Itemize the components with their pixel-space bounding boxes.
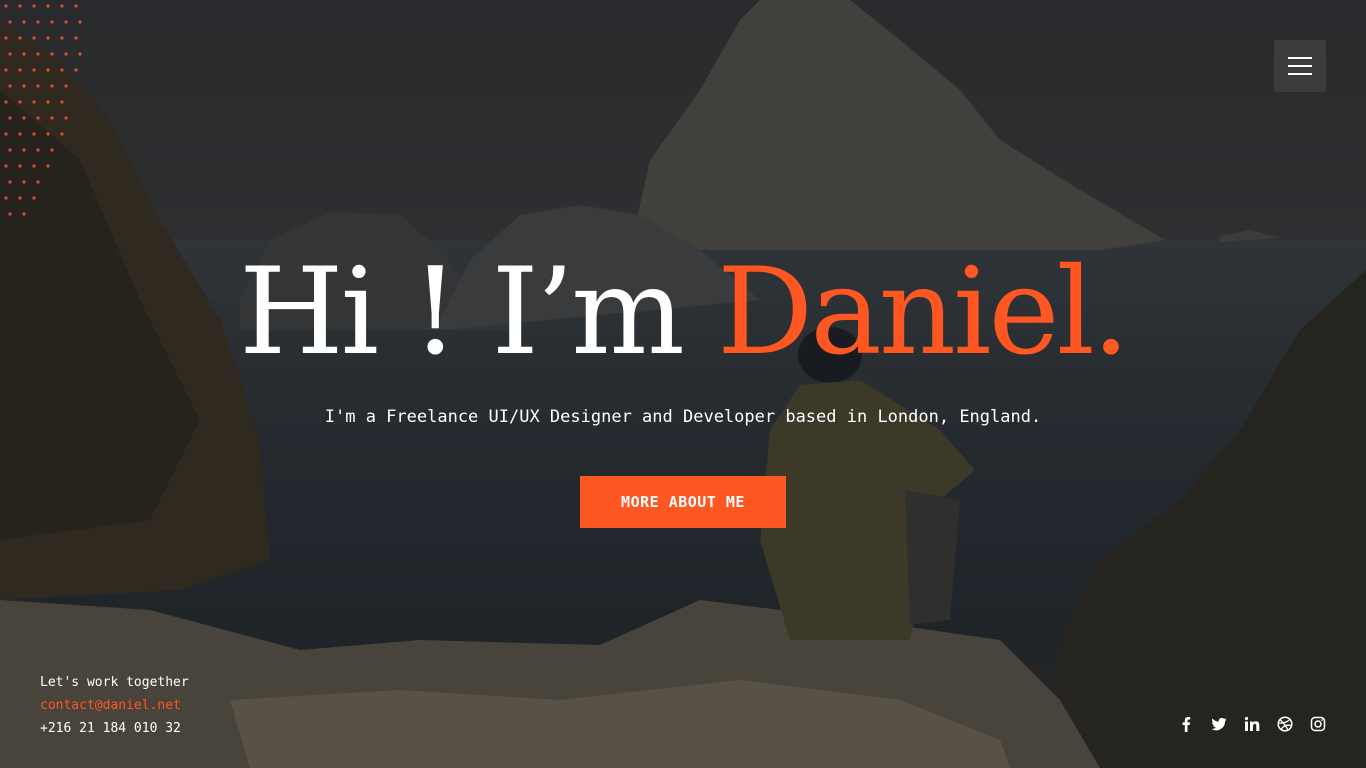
twitter-icon [1211,717,1227,731]
hamburger-menu-button[interactable] [1274,40,1326,92]
contact-info: Let's work together contact@daniel.net +… [40,671,189,740]
linkedin-icon [1244,716,1260,731]
twitter-link[interactable] [1209,713,1229,735]
hero-title: Hi ! I’m Daniel. [0,238,1366,388]
facebook-icon [1182,717,1191,732]
decorative-dot-pattern [4,4,82,216]
instagram-link[interactable] [1308,713,1328,735]
dribbble-link[interactable] [1275,713,1295,735]
hero-name: Daniel. [717,243,1130,382]
contact-heading: Let's work together [40,675,189,690]
contact-email-link[interactable]: contact@daniel.net [40,694,189,717]
more-about-me-button[interactable]: MORE ABOUT ME [580,476,786,528]
facebook-link[interactable] [1176,713,1196,735]
hero-tagline: I'm a Freelance UI/UX Designer and Devel… [324,407,1042,427]
linkedin-link[interactable] [1242,713,1262,735]
dribbble-icon [1277,716,1293,732]
instagram-icon [1310,716,1326,732]
contact-phone: +216 21 184 010 32 [40,721,181,736]
hamburger-menu-icon [1288,57,1312,59]
hero-greeting: Hi ! I’m [239,243,718,382]
social-links [1176,713,1328,735]
